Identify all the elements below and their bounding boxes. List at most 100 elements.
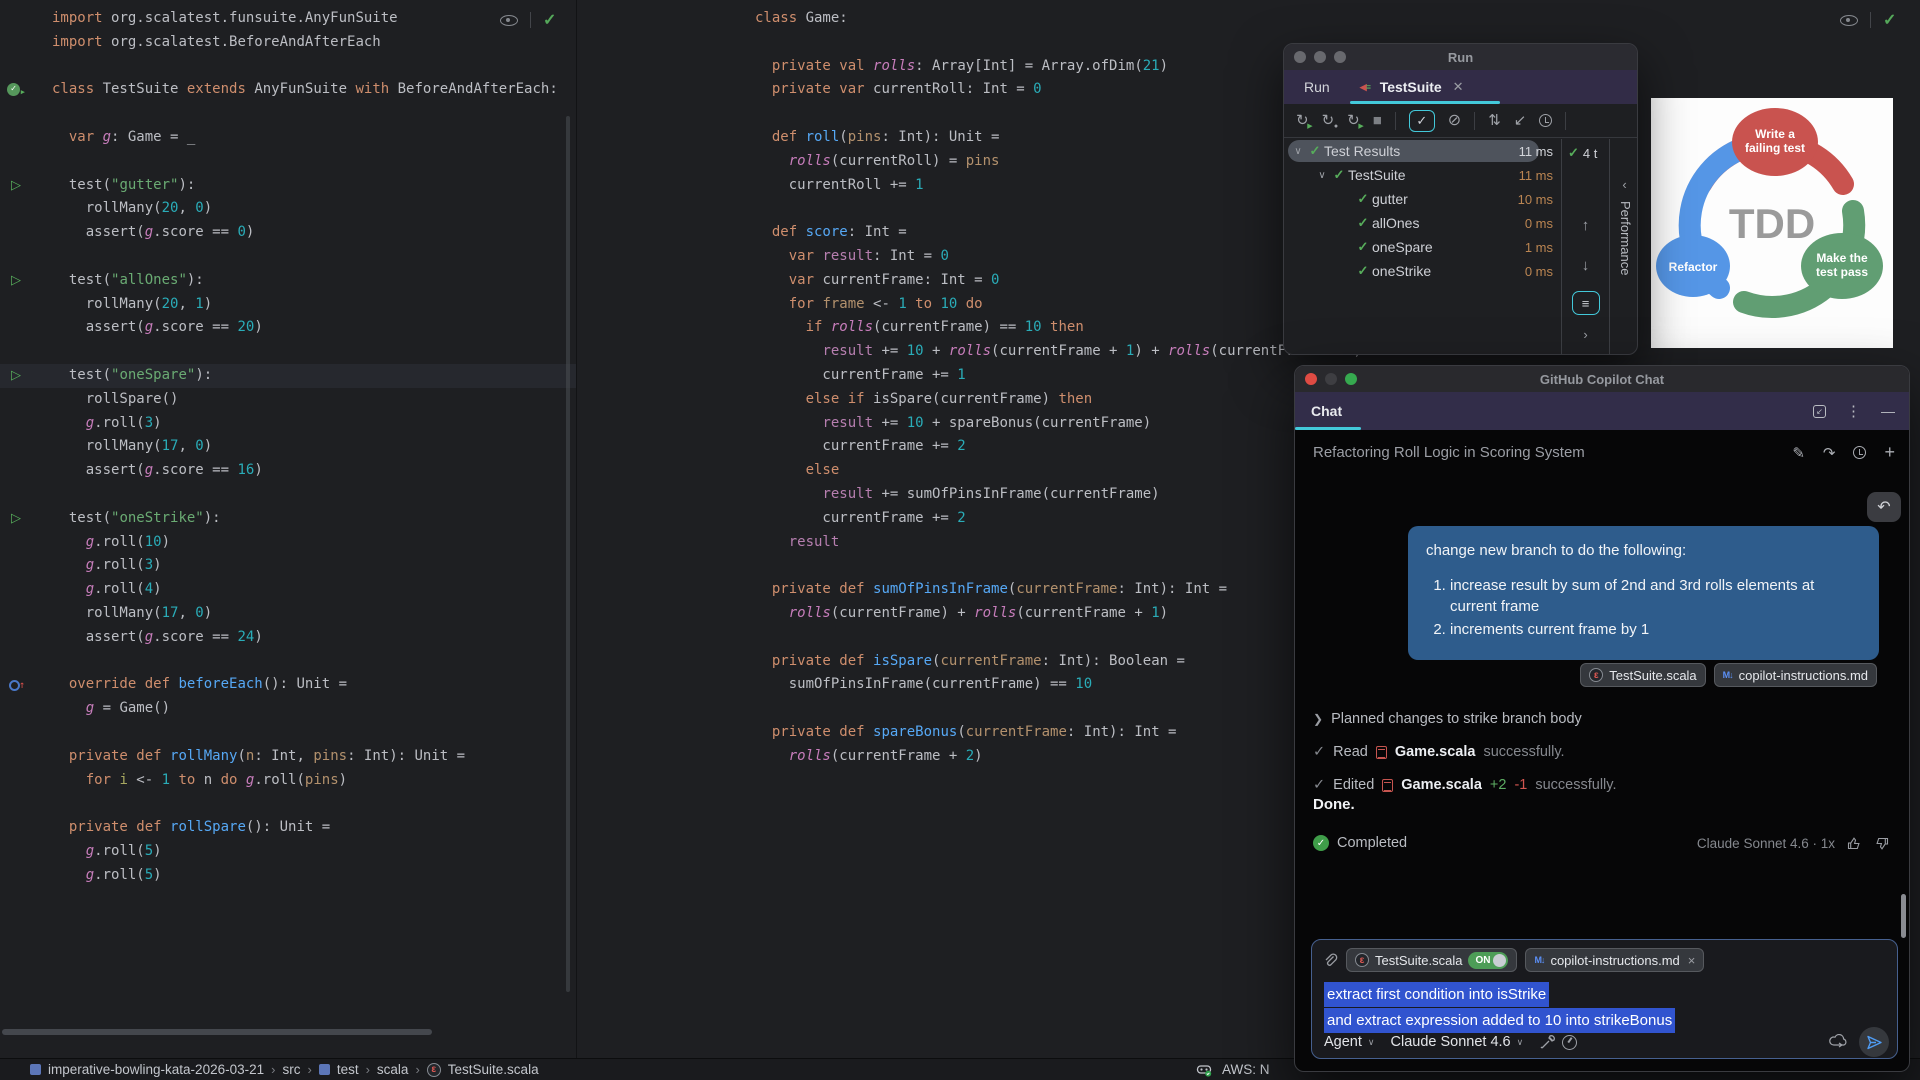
code-line[interactable]: ▷ test("oneStrike"): bbox=[0, 507, 576, 531]
tab-run[interactable]: Run bbox=[1304, 79, 1330, 95]
code-line[interactable] bbox=[0, 792, 576, 816]
test-tree-row[interactable]: ∨✓TestSuite11 ms bbox=[1284, 163, 1561, 187]
editor-pane-testsuite[interactable]: import org.scalatest.funsuite.AnyFunSuit… bbox=[0, 0, 576, 1058]
run-titlebar[interactable]: Run bbox=[1284, 44, 1637, 70]
plan-row[interactable]: ❯ Planned changes to strike branch body bbox=[1313, 707, 1889, 731]
copilot-status-icon[interactable] bbox=[1196, 1062, 1212, 1078]
run-gutter-icon[interactable]: ▷ bbox=[11, 269, 21, 293]
stop-icon[interactable]: ■ bbox=[1373, 113, 1382, 128]
code-line[interactable]: var g: Game = _ bbox=[0, 126, 576, 150]
code-line[interactable]: import org.scalatest.BeforeAndAfterEach bbox=[0, 31, 576, 55]
code-line[interactable] bbox=[0, 483, 576, 507]
remove-chip-icon[interactable]: × bbox=[1688, 953, 1696, 968]
code-line[interactable]: ▷ test("gutter"): bbox=[0, 174, 576, 198]
prompt-input[interactable]: extract first condition into isStrike an… bbox=[1324, 982, 1675, 1034]
code-line[interactable]: g.roll(5) bbox=[0, 864, 576, 888]
code-vision-eye-icon[interactable] bbox=[1840, 15, 1858, 26]
context-chip[interactable]: εTestSuite.scala bbox=[1580, 663, 1705, 687]
edit-title-icon[interactable]: ✎ bbox=[1792, 444, 1805, 462]
code-line[interactable]: g.roll(3) bbox=[0, 412, 576, 436]
sort-by-duration-icon[interactable]: ⇅ bbox=[1488, 113, 1501, 128]
thumbs-up-icon[interactable] bbox=[1847, 836, 1862, 851]
step-edited-row[interactable]: ✓EditedGame.scala+2-1successfully. bbox=[1313, 773, 1889, 797]
cloud-sync-icon[interactable] bbox=[1829, 1034, 1849, 1050]
code-line[interactable] bbox=[0, 150, 576, 174]
move-to-editor-icon[interactable]: ↙ bbox=[1813, 405, 1826, 418]
next-test-icon[interactable]: ↓ bbox=[1562, 257, 1609, 274]
left-vertical-scrollbar[interactable] bbox=[566, 116, 570, 992]
run-gutter-icon[interactable]: ▷ bbox=[11, 174, 21, 198]
tab-chat[interactable]: Chat bbox=[1311, 403, 1342, 419]
code-line[interactable] bbox=[0, 340, 576, 364]
test-tree-row[interactable]: ∨✓Test Results11 ms bbox=[1284, 139, 1561, 163]
code-line[interactable]: ▷ test("allOnes"): bbox=[0, 269, 576, 293]
run-gutter-icon[interactable]: ▷ bbox=[11, 507, 21, 531]
code-line[interactable]: assert(g.score == 24) bbox=[0, 626, 576, 650]
file-name[interactable]: Game.scala bbox=[1395, 744, 1476, 760]
attach-icon[interactable] bbox=[1322, 952, 1338, 968]
show-ignored-icon[interactable]: ⊘ bbox=[1448, 113, 1461, 129]
expand-chevron-icon[interactable]: ∨ bbox=[1314, 170, 1330, 181]
chat-input-box[interactable]: ε TestSuite.scala ON M↓ copilot-instruct… bbox=[1311, 939, 1898, 1059]
chip-on-toggle[interactable]: ON bbox=[1468, 952, 1508, 969]
code-line[interactable]: g.roll(10) bbox=[0, 531, 576, 555]
mode-selector[interactable]: Agent bbox=[1324, 1034, 1362, 1050]
tools-icon[interactable] bbox=[1539, 1034, 1556, 1051]
step-read-row[interactable]: ✓ReadGame.scalasuccessfully. bbox=[1313, 740, 1889, 764]
hide-icon[interactable]: — bbox=[1881, 403, 1895, 419]
code-line[interactable]: class Game: bbox=[577, 7, 1920, 31]
rerun-icon[interactable]: ↻▶ bbox=[1296, 113, 1309, 128]
code-vision-eye-icon[interactable] bbox=[500, 15, 518, 26]
thread-title[interactable]: Refactoring Roll Logic in Scoring System bbox=[1313, 444, 1792, 461]
breadcrumb-item[interactable]: src bbox=[282, 1062, 300, 1077]
code-line[interactable]: ✓class TestSuite extends AnyFunSuite wit… bbox=[0, 78, 576, 102]
code-line[interactable]: assert(g.score == 16) bbox=[0, 459, 576, 483]
new-chat-icon[interactable]: + bbox=[1884, 442, 1895, 463]
collapse-chevron-icon[interactable]: ‹ bbox=[1610, 177, 1638, 192]
code-line[interactable]: rollMany(20, 0) bbox=[0, 197, 576, 221]
more-options-icon[interactable]: ⋮ bbox=[1846, 402, 1861, 420]
code-line[interactable]: rollMany(17, 0) bbox=[0, 602, 576, 626]
tab-testsuite[interactable]: ◀≡ TestSuite ✕ bbox=[1360, 79, 1464, 95]
expand-chevron-icon[interactable]: ∨ bbox=[1290, 146, 1306, 157]
previous-test-icon[interactable]: ↑ bbox=[1562, 217, 1609, 234]
aws-status[interactable]: AWS: N bbox=[1222, 1062, 1270, 1077]
code-line[interactable]: g.roll(3) bbox=[0, 554, 576, 578]
code-line[interactable] bbox=[0, 245, 576, 269]
rerun-auto-icon[interactable]: ↻▶ bbox=[1347, 113, 1360, 128]
redo-icon[interactable]: ↷ bbox=[1823, 444, 1836, 462]
file-name[interactable]: Game.scala bbox=[1401, 777, 1482, 793]
code-line[interactable]: g = Game() bbox=[0, 697, 576, 721]
chevron-right-icon[interactable]: ❯ bbox=[1313, 712, 1323, 726]
code-line[interactable]: rollSpare() bbox=[0, 388, 576, 412]
code-line[interactable] bbox=[0, 55, 576, 79]
close-tab-icon[interactable]: ✕ bbox=[1453, 79, 1464, 95]
thumbs-down-icon[interactable] bbox=[1874, 836, 1889, 851]
pane-divider[interactable] bbox=[576, 0, 577, 1058]
code-line[interactable]: override def beforeEach(): Unit = bbox=[0, 673, 576, 697]
test-history-icon[interactable] bbox=[1539, 114, 1552, 127]
code-line[interactable]: for i <- 1 to n do g.roll(pins) bbox=[0, 769, 576, 793]
usage-dial-icon[interactable] bbox=[1562, 1035, 1577, 1050]
override-gutter-icon[interactable] bbox=[9, 680, 20, 691]
code-line[interactable]: assert(g.score == 20) bbox=[0, 316, 576, 340]
code-line[interactable] bbox=[0, 102, 576, 126]
code-line[interactable]: import org.scalatest.funsuite.AnyFunSuit… bbox=[0, 7, 576, 31]
breadcrumb-item[interactable]: scala bbox=[377, 1062, 409, 1077]
rerun-failed-icon[interactable]: ↻● bbox=[1322, 113, 1335, 128]
left-horizontal-scrollbar[interactable] bbox=[2, 1029, 432, 1035]
expand-chevron-icon[interactable]: › bbox=[1562, 327, 1609, 342]
code-line[interactable] bbox=[0, 721, 576, 745]
breadcrumb-item[interactable]: test bbox=[319, 1062, 359, 1077]
code-line[interactable]: assert(g.score == 0) bbox=[0, 221, 576, 245]
chat-scrollbar[interactable] bbox=[1901, 894, 1906, 938]
code-line[interactable] bbox=[0, 650, 576, 674]
test-tree-row[interactable]: ✓allOnes0 ms bbox=[1284, 211, 1561, 235]
code-line[interactable]: rollMany(17, 0) bbox=[0, 435, 576, 459]
code-line[interactable]: private def rollMany(n: Int, pins: Int):… bbox=[0, 745, 576, 769]
chat-titlebar[interactable]: GitHub Copilot Chat bbox=[1295, 366, 1909, 392]
code-line[interactable]: g.roll(4) bbox=[0, 578, 576, 602]
code-line[interactable]: private val rolls: Array[Int] = Array.of… bbox=[577, 55, 1920, 79]
track-test-icon[interactable]: ≡ bbox=[1562, 291, 1609, 315]
test-tree-row[interactable]: ✓oneStrike0 ms bbox=[1284, 259, 1561, 283]
